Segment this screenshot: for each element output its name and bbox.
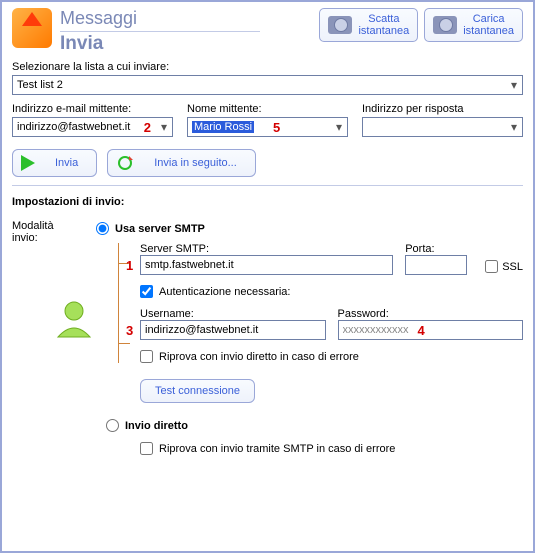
use-smtp-label: Usa server SMTP — [115, 223, 205, 235]
load-snapshot-line1: Carica — [473, 13, 505, 25]
direct-send-radio[interactable] — [106, 419, 119, 432]
username-input[interactable] — [140, 320, 326, 340]
separator — [12, 185, 523, 186]
reply-label: Indirizzo per risposta — [362, 103, 523, 115]
send-button[interactable]: Invia — [12, 149, 97, 177]
use-smtp-radio[interactable] — [96, 222, 109, 235]
sender-email-label: Indirizzo e-mail mittente: — [12, 103, 173, 115]
auth-label: Autenticazione necessaria: — [159, 286, 290, 298]
test-connection-label: Test connessione — [155, 385, 240, 397]
retry-direct-label: Riprova con invio diretto in caso di err… — [159, 351, 359, 363]
settings-title: Impostazioni di invio: — [12, 196, 523, 208]
camera-icon — [328, 16, 352, 34]
test-connection-button[interactable]: Test connessione — [140, 379, 255, 403]
username-label: Username: — [140, 308, 326, 320]
retry-smtp-checkbox[interactable] — [140, 442, 153, 455]
sender-name-input[interactable]: Mario Rossi — [187, 117, 348, 137]
list-select[interactable] — [12, 75, 523, 95]
password-input[interactable] — [338, 320, 524, 340]
play-icon — [21, 155, 35, 171]
smtp-server-input[interactable] — [140, 255, 393, 275]
take-snapshot-button[interactable]: Scattaistantanea — [319, 8, 418, 42]
send-later-icon — [116, 154, 134, 172]
camera-load-icon — [433, 16, 457, 34]
smtp-port-input[interactable] — [405, 255, 467, 275]
send-later-button-label: Invia in seguito... — [154, 157, 237, 169]
load-snapshot-line2: istantanea — [463, 25, 514, 37]
sender-name-value: Mario Rossi — [192, 121, 254, 133]
direct-send-label: Invio diretto — [125, 420, 188, 432]
password-label: Password: — [338, 308, 524, 320]
sender-name-label: Nome mittente: — [187, 103, 348, 115]
ssl-checkbox[interactable] — [485, 260, 498, 273]
send-button-label: Invia — [55, 157, 78, 169]
take-snapshot-line1: Scatta — [368, 13, 399, 25]
load-snapshot-button[interactable]: Caricaistantanea — [424, 8, 523, 42]
page-subtitle: Invia — [60, 31, 260, 55]
reply-input[interactable] — [362, 117, 523, 137]
take-snapshot-line2: istantanea — [358, 25, 409, 37]
retry-smtp-label: Riprova con invio tramite SMTP in caso d… — [159, 443, 395, 455]
sender-email-input[interactable] — [12, 117, 173, 137]
send-later-button[interactable]: Invia in seguito... — [107, 149, 256, 177]
auth-checkbox[interactable] — [140, 285, 153, 298]
user-avatar-icon — [52, 297, 96, 341]
retry-direct-checkbox[interactable] — [140, 350, 153, 363]
smtp-port-label: Porta: — [405, 243, 467, 255]
mode-label: Modalità invio: — [12, 220, 54, 244]
ssl-label: SSL — [502, 261, 523, 273]
app-icon — [12, 8, 52, 48]
smtp-server-label: Server SMTP: — [140, 243, 393, 255]
list-label: Selezionare la lista a cui inviare: — [12, 61, 523, 73]
page-title: Messaggi — [60, 8, 260, 29]
